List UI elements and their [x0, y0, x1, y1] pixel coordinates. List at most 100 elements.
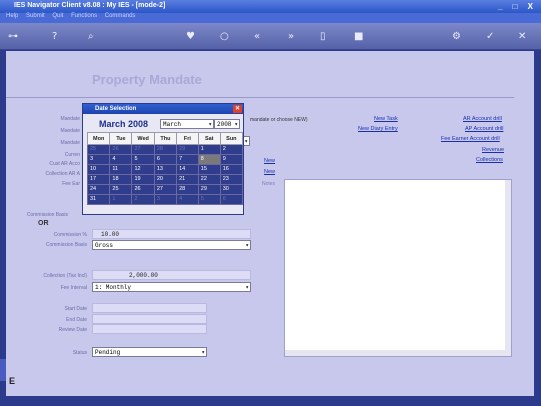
calendar-day[interactable]: 14 [176, 164, 199, 175]
status-select[interactable]: Pending ▾ [92, 347, 207, 357]
calendar-day[interactable]: 24 [86, 184, 111, 195]
commission-pct-field[interactable]: 10.00 [92, 229, 251, 239]
window-controls[interactable]: _ □ X [498, 2, 537, 11]
status-value: Pending [95, 349, 121, 356]
calendar-day[interactable]: 27 [153, 184, 178, 195]
calendar-day[interactable]: 27 [131, 144, 155, 155]
review-date-label: Review Date [58, 327, 87, 333]
calendar-day[interactable]: 23 [219, 174, 244, 185]
fee-interval-label: Fee Interval [60, 285, 87, 291]
calendar-day[interactable]: 1 [197, 144, 221, 155]
collections-link[interactable]: Collections [476, 157, 503, 163]
or-label: OR [38, 220, 49, 227]
calendar-day[interactable]: 21 [176, 174, 199, 185]
calendar-day[interactable]: 4 [176, 194, 199, 205]
commission-basis-select[interactable]: Gross ▾ [92, 240, 251, 250]
close-icon[interactable]: ✕ [233, 105, 242, 113]
menu-functions[interactable]: Functions [71, 13, 97, 19]
page-icon[interactable]: ▯ [320, 31, 326, 42]
help-text: mandate or choose NEW) [250, 117, 308, 123]
side-panel-tab[interactable] [0, 359, 6, 381]
ar-account-drill-link[interactable]: AR Account drill [463, 116, 502, 122]
calendar-day[interactable]: 25 [86, 144, 111, 155]
stop-icon[interactable]: ■ [354, 31, 363, 42]
calendar-day[interactable]: 8 [197, 154, 221, 165]
calendar-day[interactable]: 16 [219, 164, 244, 175]
calendar-day[interactable]: 22 [197, 174, 221, 185]
calendar-day[interactable]: 6 [219, 194, 244, 205]
calendar-day[interactable]: 7 [176, 154, 199, 165]
calendar-day[interactable]: 19 [131, 174, 155, 185]
menu-submit[interactable]: Submit [26, 13, 45, 19]
calendar-day[interactable]: 13 [153, 164, 178, 175]
label-collection-ar: Collection AR A [45, 171, 80, 177]
calendar-day[interactable]: 30 [219, 184, 244, 195]
year-value: 2008 [217, 121, 232, 128]
fee-interval-select[interactable]: 1: Monthly ▾ [92, 282, 251, 292]
menu-quit[interactable]: Quit [52, 13, 63, 19]
back-icon[interactable]: « [254, 31, 260, 42]
calendar-month-label: March 2008 [99, 119, 149, 129]
calendar-day[interactable]: 5 [131, 154, 155, 165]
weekday-header: Fri [176, 132, 199, 145]
calendar-day[interactable]: 11 [109, 164, 133, 175]
ap-account-drill-link[interactable]: AP Account drill [465, 126, 503, 132]
calendar-day[interactable]: 18 [109, 174, 133, 185]
search-icon[interactable]: ⌕ [88, 31, 94, 42]
collection-field[interactable]: 2,000.00 [92, 270, 251, 280]
label-cust-ar: Cust AR Acco [49, 161, 80, 167]
new-collection-ar-link[interactable]: New [264, 169, 275, 175]
calendar-day[interactable]: 6 [153, 154, 178, 165]
start-date-label: Start Date [64, 306, 87, 312]
ok-icon[interactable]: ✓ [486, 31, 494, 42]
close-icon[interactable]: ✕ [518, 31, 526, 42]
month-select[interactable]: March ▾ [160, 119, 214, 129]
settings-icon[interactable]: ⚙ [452, 31, 461, 42]
forward-icon[interactable]: » [288, 31, 294, 42]
help-icon[interactable]: ? [52, 31, 57, 42]
new-cust-ar-link[interactable]: New [264, 158, 275, 164]
revenue-link[interactable]: Revenue [482, 147, 504, 153]
calendar-day[interactable]: 29 [197, 184, 221, 195]
calendar-day[interactable]: 9 [219, 154, 244, 165]
notes-vertical-scrollbar[interactable] [505, 180, 511, 356]
calendar-day[interactable]: 4 [109, 154, 133, 165]
menu-commands[interactable]: Commands [105, 13, 136, 19]
calendar-day[interactable]: 17 [86, 174, 111, 185]
calendar-day[interactable]: 3 [86, 154, 111, 165]
new-task-link[interactable]: New Task [374, 116, 398, 122]
calendar-day[interactable]: 20 [153, 174, 178, 185]
calendar-day[interactable]: 15 [197, 164, 221, 175]
menu-help[interactable]: Help [6, 13, 18, 19]
page-title: Property Mandate [92, 72, 202, 87]
end-date-field[interactable] [92, 314, 207, 324]
window-titlebar: IES Navigator Client v8.08 : My IES - [m… [0, 0, 541, 13]
calendar-day[interactable]: 5 [197, 194, 221, 205]
calendar-day[interactable]: 10 [86, 164, 111, 175]
calendar-day[interactable]: 2 [219, 144, 244, 155]
refresh-icon[interactable]: ○ [220, 31, 229, 42]
year-select[interactable]: 2008 ▾ [214, 119, 240, 129]
commission-basis-value: Gross [95, 242, 114, 249]
calendar-day[interactable]: 29 [176, 144, 199, 155]
notes-textarea[interactable] [284, 179, 512, 357]
fee-earner-account-drill-link[interactable]: Fee Earner Account drill [441, 136, 500, 142]
calendar-day[interactable]: 26 [109, 144, 133, 155]
chevron-down-icon: ▾ [208, 121, 212, 128]
start-date-field[interactable] [92, 303, 207, 313]
calendar-day[interactable]: 31 [86, 194, 111, 205]
calendar-day[interactable]: 28 [153, 144, 178, 155]
favorite-icon[interactable]: ♥ [186, 31, 195, 42]
label-mandate-3: Mandate [60, 140, 80, 146]
calendar-day[interactable]: 2 [131, 194, 155, 205]
calendar-day[interactable]: 3 [153, 194, 178, 205]
calendar-day[interactable]: 26 [131, 184, 155, 195]
calendar-day[interactable]: 12 [131, 164, 155, 175]
calendar-day[interactable]: 25 [109, 184, 133, 195]
review-date-field[interactable] [92, 324, 207, 334]
notes-horizontal-scrollbar[interactable] [285, 350, 511, 356]
new-diary-entry-link[interactable]: New Diary Entry [358, 126, 398, 132]
key-icon[interactable]: ⊶ [8, 31, 18, 42]
calendar-day[interactable]: 1 [109, 194, 133, 205]
calendar-day[interactable]: 28 [176, 184, 199, 195]
